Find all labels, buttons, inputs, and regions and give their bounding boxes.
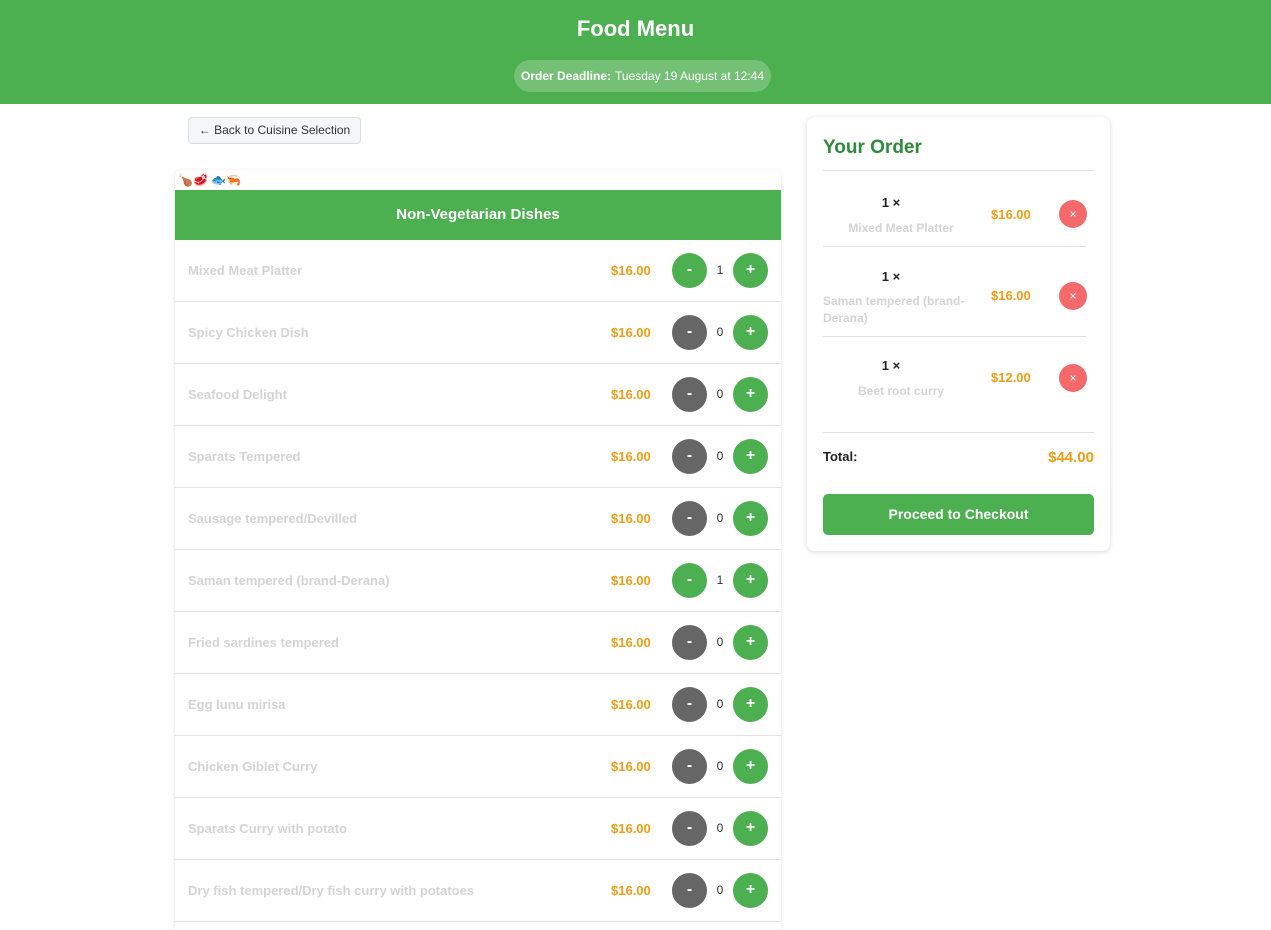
order-item-qty: 1 × <box>881 269 901 284</box>
quantity-value: 1 <box>716 263 724 277</box>
decrease-quantity-button[interactable]: - <box>672 253 707 288</box>
increase-quantity-button[interactable]: + <box>733 563 768 598</box>
order-item: 1 × Saman tempered (brand-Derana) $16.00… <box>823 247 1087 337</box>
order-summary-card: Your Order 1 × Mixed Meat Platter $16.00… <box>807 117 1110 551</box>
decrease-quantity-button[interactable]: - <box>672 563 707 598</box>
page-title: Food Menu <box>576 16 695 41</box>
order-item-qty: 1 × <box>881 358 901 373</box>
menu-list: Mixed Meat Platter $16.00-1 + Spicy Chicken… <box>175 240 781 922</box>
total-divider <box>823 432 1094 433</box>
menu-item-row: Sparats Curry with potato $16.00 -0 + <box>175 798 781 860</box>
quantity-value: 1 <box>716 573 724 587</box>
order-item-price: $16.00 <box>991 207 1031 222</box>
proceed-to-checkout-button[interactable]: Proceed to Checkout <box>823 494 1094 535</box>
page-header: Food Menu Order Deadline: Tuesday 19 Augu… <box>0 0 1271 104</box>
back-to-cuisine-button[interactable]: ← Back to Cuisine Selection <box>188 117 361 144</box>
decrease-quantity-button[interactable]: - <box>672 625 707 660</box>
remove-item-button[interactable]: × <box>1059 200 1087 228</box>
menu-item-price: $16.00 <box>611 635 651 650</box>
deadline-value: Tuesday 19 August at 12:44 <box>615 69 765 83</box>
menu-item-name: Fried sardines tempered <box>188 635 339 650</box>
menu-item-name: Egg lunu mirisa <box>188 697 286 712</box>
quantity-value: 0 <box>716 635 724 649</box>
menu-card: 🍗🥩 🐟🦐 Non-Vegetarian Dishes Mixed Meat P… <box>175 170 781 930</box>
menu-item-name: Mixed Meat Platter <box>188 263 303 278</box>
order-item: 1 × Beet root curry $12.00 × <box>823 337 1087 413</box>
increase-quantity-button[interactable]: + <box>733 377 768 412</box>
increase-quantity-button[interactable]: + <box>733 501 768 536</box>
quantity-value: 0 <box>716 511 724 525</box>
order-item: 1 × Mixed Meat Platter $16.00 × <box>823 171 1087 247</box>
menu-item-name: Seafood Delight <box>188 387 287 402</box>
decrease-quantity-button[interactable]: - <box>672 749 707 784</box>
deadline-label: Order Deadline: <box>520 69 612 83</box>
menu-item-name: Dry fish tempered/Dry fish curry with po… <box>188 883 475 898</box>
increase-quantity-button[interactable]: + <box>733 315 768 350</box>
increase-quantity-button[interactable]: + <box>733 253 768 288</box>
increase-quantity-button[interactable]: + <box>733 873 768 908</box>
order-item-name: Mixed Meat Platter <box>848 221 954 235</box>
decrease-quantity-button[interactable]: - <box>672 501 707 536</box>
category-title: Non-Vegetarian Dishes <box>175 190 781 240</box>
order-item-name: Beet root curry <box>857 384 945 398</box>
increase-quantity-button[interactable]: + <box>733 811 768 846</box>
menu-item-price: $16.00 <box>611 573 651 588</box>
category-icons: 🍗🥩 🐟🦐 <box>178 173 242 187</box>
quantity-value: 0 <box>716 697 724 711</box>
menu-item-price: $16.00 <box>611 697 651 712</box>
menu-item-name: Spicy Chicken Dish <box>188 325 309 340</box>
quantity-value: 0 <box>716 387 724 401</box>
quantity-value: 0 <box>716 325 724 339</box>
menu-item-name: Sausage tempered/Devilled <box>188 511 358 526</box>
menu-item-row: Fried sardines tempered $16.00 -0 + <box>175 612 781 674</box>
menu-item-name: Sparats Curry with potato <box>188 821 347 836</box>
order-item-price: $12.00 <box>991 370 1031 385</box>
decrease-quantity-button[interactable]: - <box>672 377 707 412</box>
increase-quantity-button[interactable]: + <box>733 439 768 474</box>
menu-item-price: $16.00 <box>611 325 651 340</box>
order-item-price: $16.00 <box>991 288 1031 303</box>
increase-quantity-button[interactable]: + <box>733 749 768 784</box>
menu-item-price: $16.00 <box>611 387 651 402</box>
increase-quantity-button[interactable]: + <box>733 687 768 722</box>
menu-item-row: Seafood Delight $16.00 -0 + <box>175 364 781 426</box>
order-deadline-badge: Order Deadline: Tuesday 19 August at 12:4… <box>514 60 771 92</box>
menu-item-price: $16.00 <box>611 449 651 464</box>
menu-item-row: Spicy Chicken Dish $16.00 -0 + <box>175 302 781 364</box>
order-item-name: Saman tempered (brand-Derana) <box>823 294 965 325</box>
quantity-value: 0 <box>716 821 724 835</box>
menu-item-name: Saman tempered (brand-Derana) <box>188 573 390 588</box>
quantity-value: 0 <box>716 883 724 897</box>
menu-item-row: Dry fish tempered/Dry fish curry with po… <box>175 860 781 922</box>
menu-item-name: Chicken Giblet Curry <box>188 759 318 774</box>
menu-item-row: Chicken Giblet Curry $16.00 -0 + <box>175 736 781 798</box>
decrease-quantity-button[interactable]: - <box>672 439 707 474</box>
decrease-quantity-button[interactable]: - <box>672 315 707 350</box>
total-label: Total: <box>823 449 858 464</box>
menu-item-price: $16.00 <box>611 263 651 278</box>
decrease-quantity-button[interactable]: - <box>672 687 707 722</box>
remove-item-button[interactable]: × <box>1059 364 1087 392</box>
menu-item-row: Egg lunu mirisa $16.00 -0 + <box>175 674 781 736</box>
increase-quantity-button[interactable]: + <box>733 625 768 660</box>
menu-item-name: Sparats Tempered <box>188 449 301 464</box>
quantity-value: 0 <box>716 449 724 463</box>
menu-item-row: Sausage tempered/Devilled $16.00 -0 + <box>175 488 781 550</box>
menu-item-price: $16.00 <box>611 511 651 526</box>
decrease-quantity-button[interactable]: - <box>672 873 707 908</box>
menu-item-price: $16.00 <box>611 883 651 898</box>
menu-item-price: $16.00 <box>611 821 651 836</box>
total-value: $44.00 <box>1048 449 1094 466</box>
menu-item-row: Sparats Tempered $16.00 -0 + <box>175 426 781 488</box>
decrease-quantity-button[interactable]: - <box>672 811 707 846</box>
menu-item-row: Mixed Meat Platter $16.00 -1 + <box>175 240 781 302</box>
remove-item-button[interactable]: × <box>1059 282 1087 310</box>
order-item-qty: 1 × <box>881 195 901 210</box>
order-title: Your Order <box>823 137 922 158</box>
menu-item-row: Saman tempered (brand-Derana) $16.00 -1 + <box>175 550 781 612</box>
menu-item-price: $16.00 <box>611 759 651 774</box>
quantity-value: 0 <box>716 759 724 773</box>
